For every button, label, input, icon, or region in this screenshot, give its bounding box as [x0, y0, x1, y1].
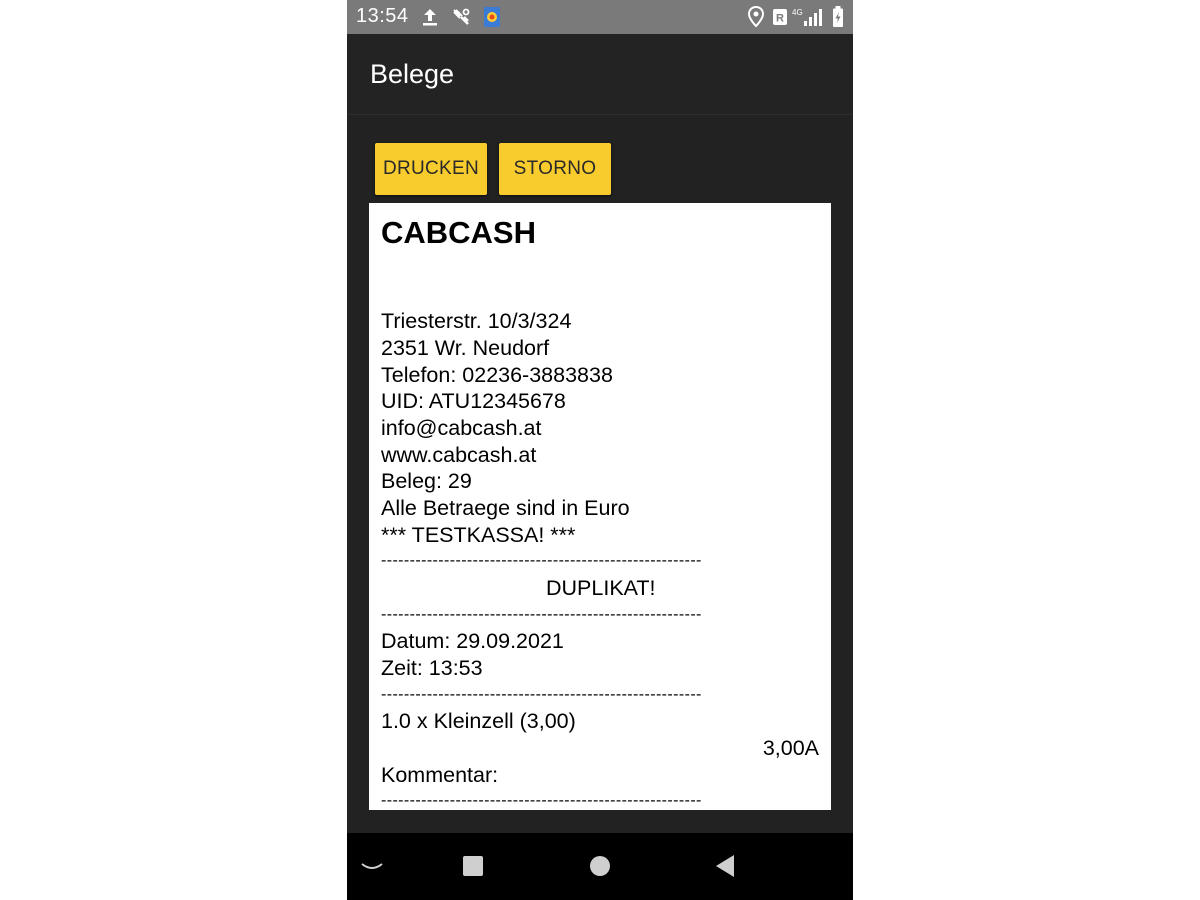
system-nav-bar [347, 833, 853, 900]
status-time: 13:54 [356, 5, 409, 27]
receipt-address-city: 2351 Wr. Neudorf [381, 336, 550, 360]
receipt-separator: ----------------------------------------… [381, 606, 702, 623]
cancel-receipt-button[interactable]: STORNO [499, 143, 611, 195]
upload-icon [421, 7, 439, 32]
receipt-phone: Telefon: 02236-3883838 [381, 363, 613, 387]
circle-home-icon[interactable] [590, 856, 610, 881]
receipt-item-total: 3,00A [762, 736, 819, 760]
receipt-currency-note: Alle Betraege sind in Euro [381, 496, 630, 520]
phone-screen: 13:54 R 4G Belege DRUCKEN STORNO CABCASH… [347, 0, 853, 900]
collapse-icon[interactable] [360, 860, 384, 879]
page-title: Belege [370, 59, 455, 89]
status-bar: 13:54 R 4G [347, 0, 853, 34]
receipt-item-line: 1.0 x Kleinzell (3,00) [381, 709, 576, 733]
svg-text:R: R [776, 13, 784, 25]
receipt-time: Zeit: 13:53 [381, 656, 483, 680]
location-icon [747, 5, 765, 33]
network-type-label: 4G [792, 8, 803, 17]
receipt-date: Datum: 29.09.2021 [381, 629, 564, 653]
signal-icon: 4G [792, 6, 826, 33]
receipt-number: Beleg: 29 [381, 469, 472, 493]
receipt-separator: ----------------------------------------… [381, 792, 702, 809]
home-icon[interactable] [463, 856, 483, 881]
tools-icon [451, 7, 471, 32]
receipt-test-note: *** TESTKASSA! *** [381, 523, 576, 547]
battery-icon [832, 6, 844, 33]
receipt-comment-label: Kommentar: [381, 763, 499, 787]
receipt-duplicate-label: DUPLIKAT! [546, 576, 656, 600]
app-notification-icon [483, 6, 501, 33]
roaming-icon: R [772, 8, 788, 31]
receipt-website: www.cabcash.at [381, 443, 537, 467]
receipt-uid: UID: ATU12345678 [381, 389, 566, 413]
receipt-company-name: CABCASH [381, 215, 536, 250]
receipt-separator: ----------------------------------------… [381, 552, 702, 569]
receipt-email: info@cabcash.at [381, 416, 542, 440]
receipt-view[interactable]: CABCASH Triesterstr. 10/3/324 2351 Wr. N… [369, 203, 831, 810]
receipt-address-street: Triesterstr. 10/3/324 [381, 309, 572, 333]
app-bar: Belege [347, 34, 853, 115]
receipt-separator: ----------------------------------------… [381, 686, 702, 703]
print-button[interactable]: DRUCKEN [375, 143, 487, 195]
back-icon[interactable] [715, 855, 735, 882]
